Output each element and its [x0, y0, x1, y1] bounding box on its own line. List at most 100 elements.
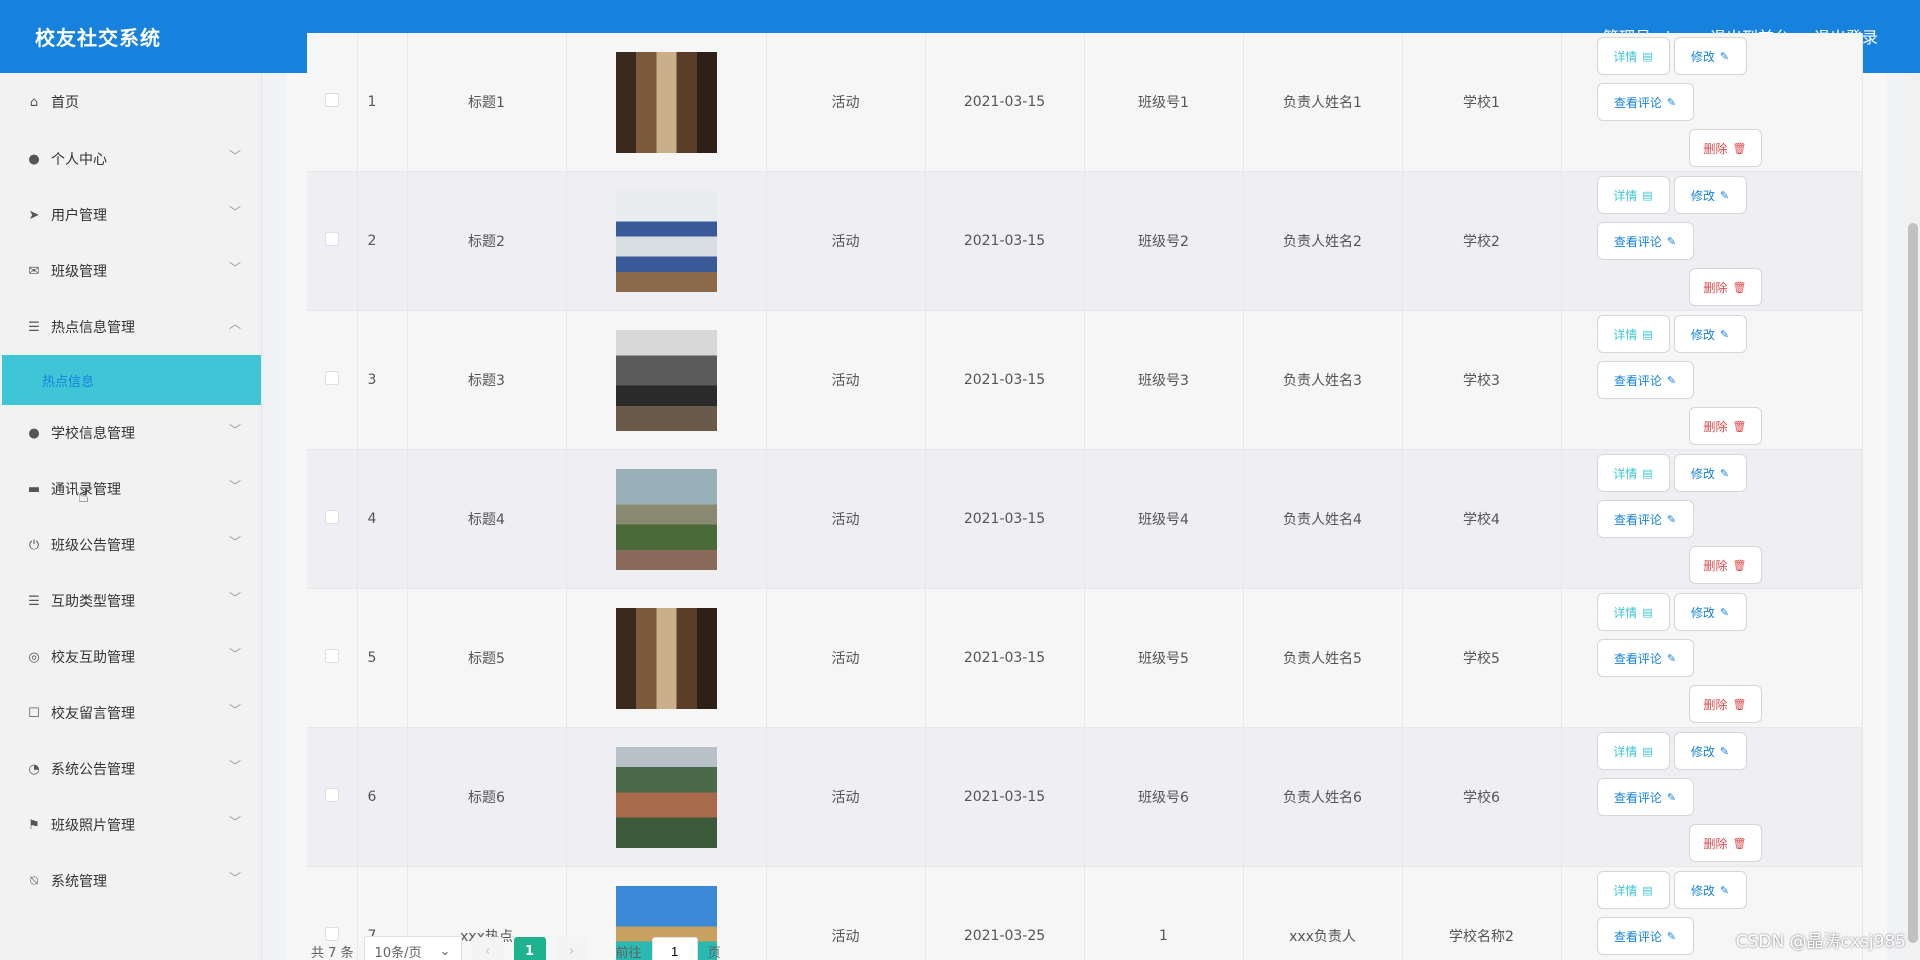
- sidebar-item-6[interactable]: ▬ 通讯录管理 ﹀: [0, 461, 261, 517]
- data-table: 1 标题1 活动 2021-03-15 班级号1 负责人姓名1 学校1 详情 ▤ 修…: [307, 33, 1863, 960]
- sidebar-item-3[interactable]: ✉ 班级管理 ﹀: [0, 243, 261, 299]
- sidebar-item-0[interactable]: ⌂ 首页: [0, 73, 261, 131]
- sidebar-item-13[interactable]: ⍉ 系统管理 ﹀: [0, 853, 261, 909]
- detail-button[interactable]: 详情 ▤: [1596, 37, 1670, 75]
- row-school: 学校名称2: [1402, 866, 1562, 960]
- delete-button[interactable]: 删除 🗑: [1688, 268, 1762, 306]
- prev-page-button[interactable]: ‹: [471, 937, 504, 960]
- detail-button[interactable]: 详情 ▤: [1596, 176, 1670, 214]
- detail-button[interactable]: 详情 ▤: [1596, 454, 1670, 492]
- edit-button[interactable]: 修改 ✎: [1673, 37, 1747, 75]
- edit-button[interactable]: 修改 ✎: [1673, 454, 1747, 492]
- detail-button[interactable]: 详情 ▤: [1596, 732, 1670, 770]
- row-leader: 负责人姓名5: [1243, 588, 1403, 728]
- sidebar-item-7[interactable]: ⏻ 班级公告管理 ﹀: [0, 517, 261, 573]
- row-image-cell: [566, 727, 767, 867]
- row-leader: 负责人姓名6: [1243, 727, 1403, 867]
- scrollbar-thumb[interactable]: [1908, 223, 1918, 943]
- detail-button[interactable]: 详情 ▤: [1596, 315, 1670, 353]
- row-date: 2021-03-15: [925, 727, 1085, 867]
- chevron-down-icon: ﹀: [228, 703, 241, 717]
- trash-icon: 🗑: [1732, 836, 1747, 850]
- row-actions: 详情 ▤ 修改 ✎ 查看评论 ✎ 删除 🗑: [1561, 588, 1863, 728]
- view-comments-button[interactable]: 查看评论 ✎: [1596, 83, 1694, 121]
- app-title: 校友社交系统: [35, 26, 161, 50]
- menu-icon: ☰: [28, 319, 40, 335]
- row-thumbnail-image: [615, 51, 717, 153]
- goto-page-input[interactable]: [651, 937, 698, 960]
- edit-label: 修改: [1690, 327, 1715, 342]
- row-school: 学校4: [1402, 449, 1562, 589]
- chevron-down-icon: ﹀: [228, 423, 241, 437]
- row-checkbox[interactable]: [324, 788, 339, 802]
- comment-label: 查看评论: [1613, 234, 1662, 249]
- row-checkbox[interactable]: [324, 371, 339, 385]
- total-count: 共 7 条: [311, 945, 354, 960]
- edit-button[interactable]: 修改 ✎: [1673, 871, 1747, 909]
- row-date: 2021-03-15: [925, 33, 1085, 172]
- delete-button[interactable]: 删除 🗑: [1688, 685, 1762, 723]
- row-checkbox[interactable]: [324, 232, 339, 246]
- delete-button[interactable]: 删除 🗑: [1688, 129, 1762, 167]
- sidebar-item-11[interactable]: ◔ 系统公告管理 ﹀: [0, 741, 261, 797]
- row-checkbox[interactable]: [324, 649, 339, 663]
- detail-button[interactable]: 详情 ▤: [1596, 593, 1670, 631]
- row-checkbox[interactable]: [324, 93, 339, 107]
- detail-label: 详情: [1613, 605, 1638, 620]
- trash-icon: 🗑: [1732, 141, 1747, 155]
- row-date: 2021-03-15: [925, 449, 1085, 589]
- row-checkbox[interactable]: [324, 510, 339, 524]
- delete-button[interactable]: 删除 🗑: [1688, 824, 1762, 862]
- page-size-select[interactable]: 10条/页 ⌄: [363, 936, 462, 960]
- sidebar-subitem-hot-info[interactable]: 热点信息: [2, 355, 261, 405]
- chevron-down-icon: ﹀: [228, 535, 241, 549]
- next-page-button[interactable]: ›: [555, 937, 588, 960]
- chevron-down-icon: ⌄: [439, 943, 451, 959]
- book-icon: ▬: [27, 481, 41, 497]
- view-comments-button[interactable]: 查看评论 ✎: [1596, 778, 1694, 816]
- delete-button[interactable]: 删除 🗑: [1688, 546, 1762, 584]
- row-type: 活动: [766, 866, 926, 960]
- page-number-active[interactable]: 1: [513, 937, 546, 960]
- sidebar-item-2[interactable]: ➤ 用户管理 ﹀: [0, 187, 261, 243]
- sidebar-item-8[interactable]: ☰ 互助类型管理 ﹀: [0, 573, 261, 629]
- comment-label: 查看评论: [1613, 95, 1662, 110]
- document-icon: ▤: [1642, 49, 1653, 63]
- delete-label: 删除: [1703, 836, 1728, 851]
- detail-label: 详情: [1613, 466, 1638, 481]
- view-comments-button[interactable]: 查看评论 ✎: [1596, 500, 1694, 538]
- home-icon: ⌂: [29, 94, 39, 110]
- row-class-no: 班级号2: [1084, 171, 1244, 311]
- sidebar-item-10[interactable]: ☐ 校友留言管理 ﹀: [0, 685, 261, 741]
- row-school: 学校6: [1402, 727, 1562, 867]
- sidebar-item-4[interactable]: ☰ 热点信息管理 ︿: [0, 299, 261, 355]
- trash-icon: 🗑: [1732, 419, 1747, 433]
- view-comments-button[interactable]: 查看评论 ✎: [1596, 639, 1694, 677]
- hand-cursor-icon: ☝: [78, 486, 89, 507]
- sidebar-item-5[interactable]: ● 学校信息管理 ﹀: [0, 405, 261, 461]
- view-comments-button[interactable]: 查看评论 ✎: [1596, 917, 1694, 955]
- row-checkbox-cell: [307, 588, 358, 728]
- vertical-scrollbar[interactable]: [1906, 73, 1920, 960]
- delete-button[interactable]: 删除 🗑: [1688, 407, 1762, 445]
- edit-button[interactable]: 修改 ✎: [1673, 315, 1747, 353]
- sidebar-item-12[interactable]: ⚑ 班级照片管理 ﹀: [0, 797, 261, 853]
- row-school: 学校3: [1402, 310, 1562, 450]
- goto-label: 前往: [615, 945, 642, 960]
- sidebar-item-9[interactable]: ◎ 校友互助管理 ﹀: [0, 629, 261, 685]
- document-icon: ▤: [1642, 605, 1653, 619]
- row-type: 活动: [766, 310, 926, 450]
- edit-button[interactable]: 修改 ✎: [1673, 593, 1747, 631]
- document-icon: ▤: [1642, 744, 1653, 758]
- chevron-down-icon: ﹀: [228, 591, 241, 605]
- view-comments-button[interactable]: 查看评论 ✎: [1596, 361, 1694, 399]
- detail-button[interactable]: 详情 ▤: [1596, 871, 1670, 909]
- page-unit-label: 页: [707, 945, 721, 960]
- sidebar-item-1[interactable]: ● 个人中心 ﹀: [0, 131, 261, 187]
- compass-icon: ◔: [28, 761, 40, 777]
- edit-button[interactable]: 修改 ✎: [1673, 176, 1747, 214]
- row-title: 标题1: [407, 33, 567, 172]
- view-comments-button[interactable]: 查看评论 ✎: [1596, 222, 1694, 260]
- edit-button[interactable]: 修改 ✎: [1673, 732, 1747, 770]
- row-actions: 详情 ▤ 修改 ✎ 查看评论 ✎ 删除 🗑: [1561, 33, 1863, 172]
